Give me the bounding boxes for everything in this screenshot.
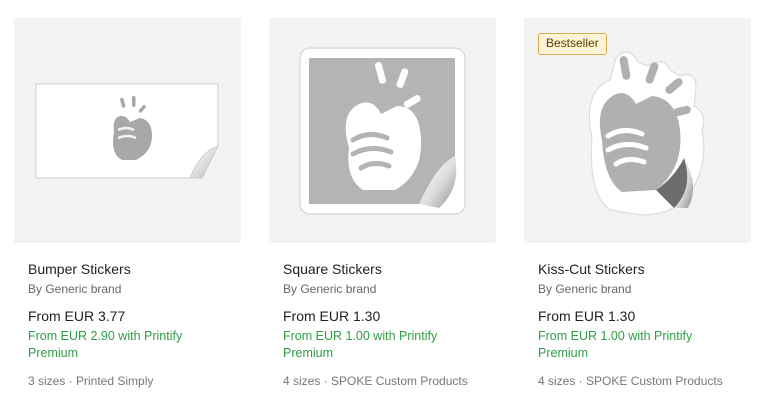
product-title[interactable]: Kiss-Cut Stickers [538, 260, 737, 278]
bestseller-badge: Bestseller [538, 33, 607, 55]
premium-price: From EUR 2.90 with Printify Premium [28, 329, 183, 360]
product-price: From EUR 1.30 [283, 308, 381, 324]
product-image[interactable] [14, 18, 241, 243]
product-price: From EUR 1.30 [538, 308, 636, 324]
product-card-kiss-cut-stickers[interactable]: Bestseller Kiss-Cut Stickers By Generic … [524, 18, 751, 398]
premium-price: From EUR 1.00 with Printify Premium [538, 329, 693, 360]
product-image[interactable] [269, 18, 496, 243]
product-meta: 4 sizes · SPOKE Custom Products [538, 374, 723, 388]
bumper-sticker-illustration [35, 83, 219, 179]
product-brand: By Generic brand [538, 282, 632, 296]
product-card-bumper-stickers[interactable]: Bumper Stickers By Generic brand From EU… [14, 18, 241, 398]
product-meta: 4 sizes · SPOKE Custom Products [283, 374, 468, 388]
product-price: From EUR 3.77 [28, 308, 126, 324]
product-title[interactable]: Bumper Stickers [28, 260, 227, 278]
product-brand: By Generic brand [283, 282, 377, 296]
product-image[interactable]: Bestseller [524, 18, 751, 243]
square-sticker-illustration [299, 47, 466, 215]
product-meta: 3 sizes · Printed Simply [28, 374, 154, 388]
product-card-square-stickers[interactable]: Square Stickers By Generic brand From EU… [269, 18, 496, 398]
product-brand: By Generic brand [28, 282, 122, 296]
premium-price: From EUR 1.00 with Printify Premium [283, 329, 438, 360]
product-grid: Bumper Stickers By Generic brand From EU… [0, 0, 760, 408]
product-title[interactable]: Square Stickers [283, 260, 482, 278]
